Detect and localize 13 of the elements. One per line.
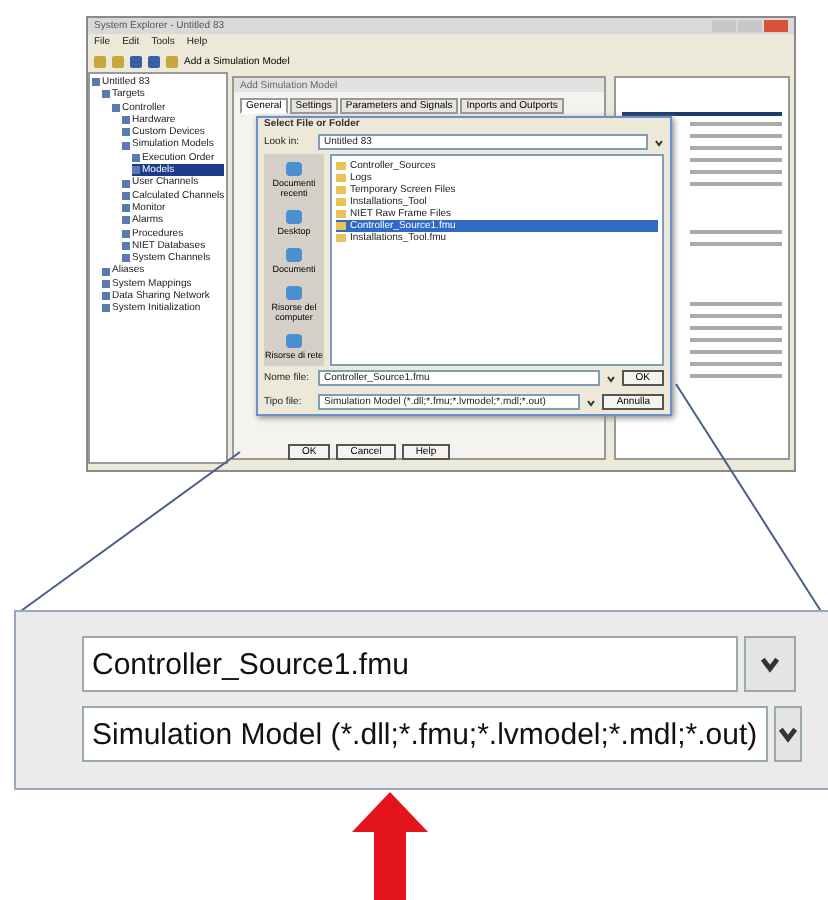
rounded-square-icon — [283, 246, 304, 264]
dropdown-button[interactable] — [773, 706, 802, 762]
maximize-button[interactable] — [738, 20, 762, 32]
close-button[interactable] — [764, 20, 788, 32]
file-type-dropdown[interactable]: Simulation Model (*.dll;*.fmu;*.lvmodel;*.mdl;*.out) — [82, 706, 768, 762]
minimize-button[interactable] — [712, 20, 736, 32]
rounded-square-icon — [284, 284, 304, 302]
up-arrow-icon — [352, 792, 428, 900]
file-name-field[interactable]: Controller_Source1.fmu — [82, 636, 738, 692]
rounded-square-icon — [283, 332, 304, 350]
rounded-square-icon — [283, 208, 304, 226]
rounded-square-icon — [284, 160, 304, 178]
dropdown-button[interactable] — [744, 636, 796, 692]
